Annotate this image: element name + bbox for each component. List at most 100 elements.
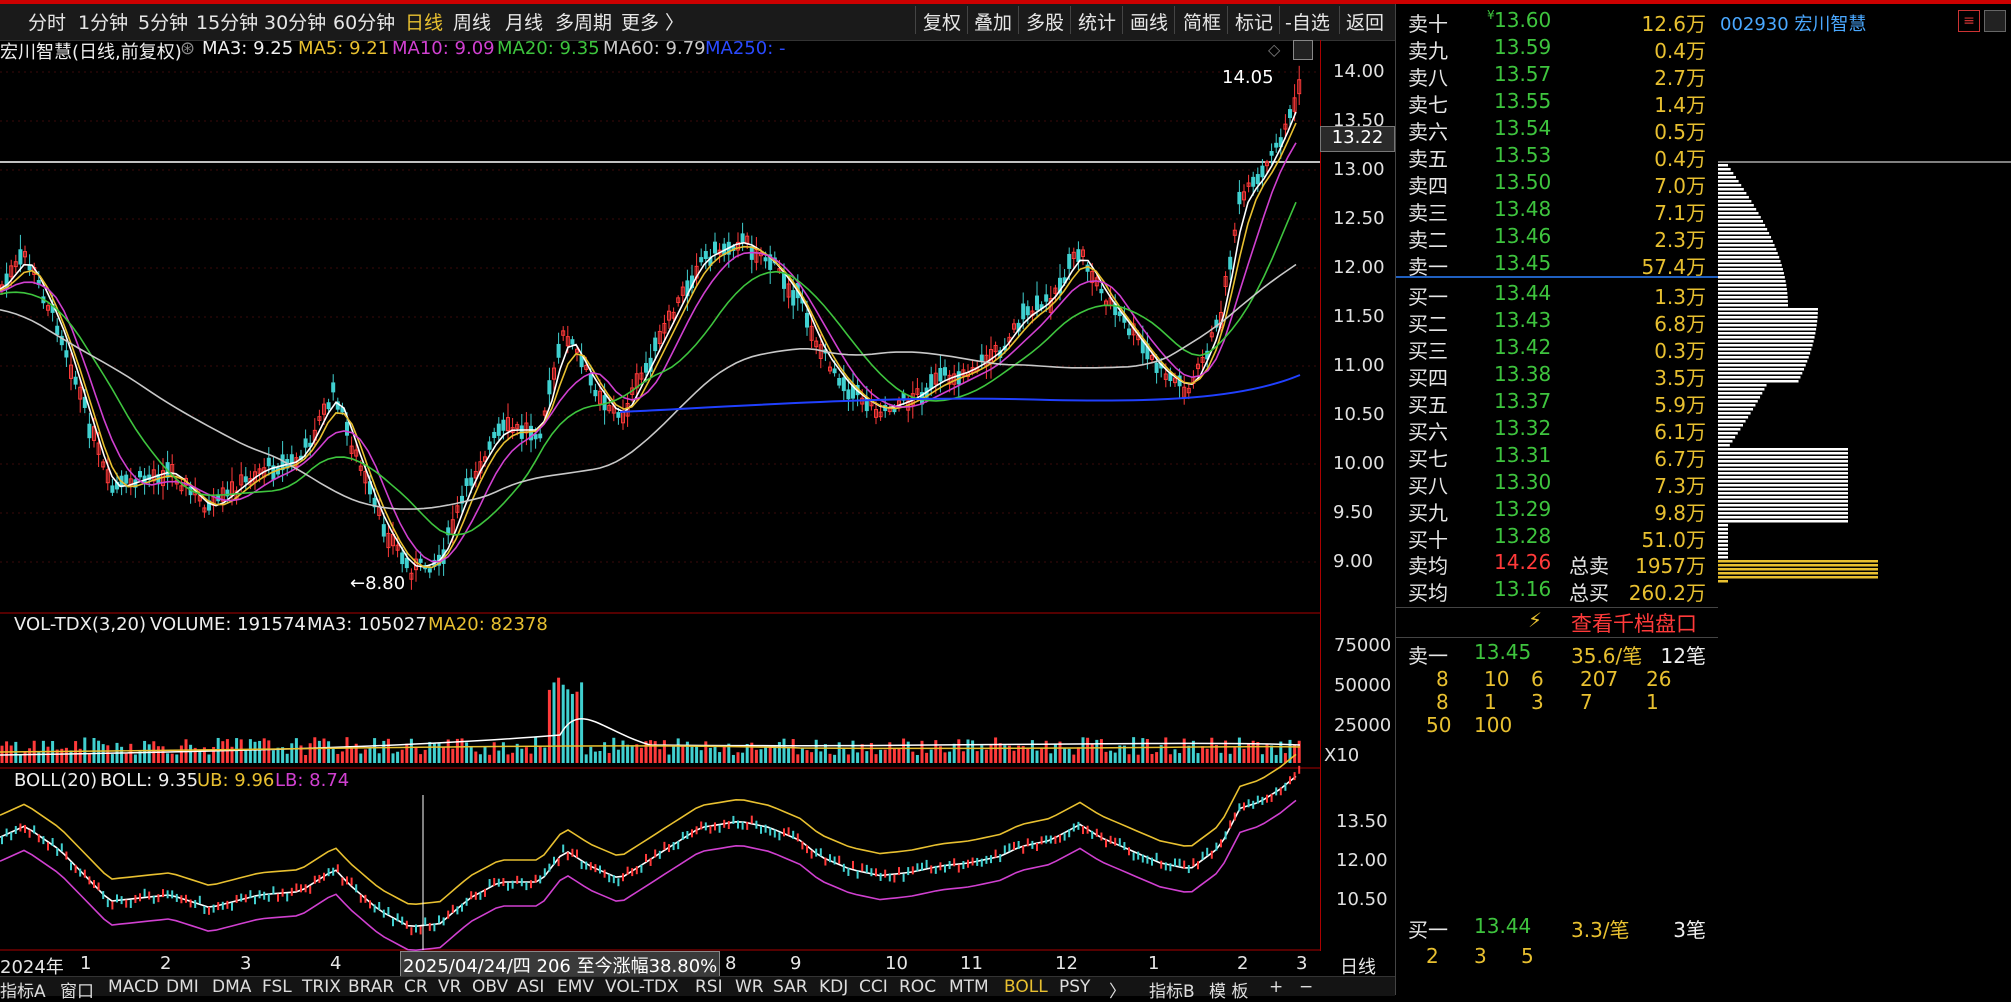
profile-bar [1718,388,1765,391]
indicator-tab[interactable]: 指标B [1149,977,1195,1002]
lightning-icon: ⚡ [1528,608,1543,632]
profile-bar [1718,380,1799,383]
bid-row[interactable]: 买三 13.42 0.3万 [1396,335,1716,363]
indicator-tab[interactable]: ASI [517,977,544,997]
indicator-tab[interactable]: EMV [557,977,594,997]
indicator-tab[interactable]: BOLL [1004,977,1048,997]
volume-bar [322,738,326,763]
indicator-tab[interactable]: WR [735,977,764,997]
kline-chart[interactable] [0,0,1395,995]
volume-bar [630,745,634,763]
bid-row[interactable]: 买七 13.31 6.7万 [1396,443,1716,471]
indicator-tab[interactable]: DMI [166,977,199,997]
profile-bar [1718,424,1744,427]
indicator-tab[interactable]: OBV [472,977,508,997]
ask-row[interactable]: 卖五 13.53 0.4万 [1396,143,1716,171]
volume-bar [800,747,804,763]
volume-bar [708,747,712,763]
indicator-tab[interactable]: KDJ [819,977,848,997]
bid-row[interactable]: 买二 13.43 6.8万 [1396,308,1716,336]
bid-volume: 6.8万 [1654,312,1706,336]
indicator-tab[interactable]: FSL [262,977,292,997]
ask-row[interactable]: 卖六 13.54 0.5万 [1396,116,1716,144]
ask-row[interactable]: 卖四 13.50 7.0万 [1396,170,1716,198]
ask-row[interactable]: 卖三 13.48 7.1万 [1396,197,1716,225]
profile-bar [1718,444,1730,447]
date-label: 9 [790,953,802,974]
bid-row[interactable]: 买五 13.37 5.9万 [1396,389,1716,417]
indicator-tab[interactable]: CCI [859,977,888,997]
indicator-tab[interactable]: SAR [773,977,808,997]
indicator-tab[interactable]: RSI [695,977,723,997]
profile-bar [1718,208,1757,211]
volume-bar [1099,739,1103,763]
indicator-tab[interactable]: 指标A [0,977,46,1002]
indicator-tab[interactable]: DMA [212,977,251,997]
indicator-tab[interactable]: PSY [1059,977,1090,997]
ask-row[interactable]: 卖七 13.55 1.4万 [1396,89,1716,117]
volume-bar [258,740,262,763]
vol-tick-75000: 75000 [1334,635,1392,656]
indicator-tab[interactable]: + [1269,977,1283,997]
bid-ask-divider [1396,276,1718,278]
profile-bar [1718,300,1788,303]
sell1-queue-header: 卖一 13.45 35.6/笔 12笔 [1396,640,1716,668]
indicator-tab[interactable]: 窗口 [60,977,94,1002]
bid-row[interactable]: 买六 13.32 6.1万 [1396,416,1716,444]
candle-body [110,485,115,493]
indicator-tab[interactable]: VOL-TDX [605,977,679,997]
ask-row[interactable]: 卖二 13.46 2.3万 [1396,224,1716,252]
volume-bar [28,748,32,763]
profile-bar [1718,408,1754,411]
ask-row[interactable]: 卖一 13.45 57.4万 [1396,251,1716,279]
candle-body [501,419,506,431]
profile-bar [1718,364,1806,367]
profile-bar [1718,292,1788,295]
candle-body [1076,249,1081,262]
profile-bar [1718,180,1739,183]
ask-row[interactable]: 卖十 13.60 12.6万 [1396,8,1716,36]
volume-bar [1132,737,1136,763]
boll-tick-1200: 12.00 [1336,850,1388,871]
candle-body [492,431,497,438]
depth-orderbook-button[interactable]: 查看千档盘口 [1571,608,1697,638]
volume-bar [386,738,390,763]
candle-body [138,471,142,478]
candle-body [124,474,129,484]
indicator-tab[interactable]: BRAR [348,977,394,997]
volume-bar [1141,738,1145,763]
total-buy-label: 总买 [1569,581,1609,605]
indicator-tab[interactable]: MACD [108,977,159,997]
profile-bar [1718,480,1848,483]
high-price-label: 14.05 [1222,67,1274,88]
bid-row[interactable]: 买十 13.28 51.0万 [1396,524,1716,552]
indicator-tab[interactable]: ROC [899,977,936,997]
bid-row[interactable]: 买四 13.38 3.5万 [1396,362,1716,390]
bid-row[interactable]: 买八 13.30 7.3万 [1396,470,1716,498]
bid-row[interactable]: 买一 13.44 1.3万 [1396,281,1716,309]
indicator-tab[interactable]: 模 板 [1209,977,1248,1002]
bid-price: 13.30 [1494,470,1552,494]
indicator-tab[interactable]: − [1299,977,1313,997]
bid-price: 13.29 [1494,497,1552,521]
vol-tick-50000: 50000 [1334,675,1392,696]
volume-bar [713,746,717,763]
volume-bar [538,745,542,763]
indicator-tab[interactable]: TRIX [302,977,341,997]
volume-bar [971,740,975,763]
bid-row[interactable]: 买九 13.29 9.8万 [1396,497,1716,525]
volume-bar [432,742,436,763]
indicator-tab[interactable]: VR [438,977,461,997]
volume-bar [561,684,565,763]
profile-bar [1718,448,1848,451]
profile-bar [1718,512,1848,515]
price-tick: 9.50 [1333,502,1374,523]
ask-row[interactable]: 卖八 13.57 2.7万 [1396,62,1716,90]
indicator-tab[interactable]: 〉 [1109,977,1126,1002]
profile-bar [1718,536,1728,539]
volume-bar [731,754,735,763]
ask-row[interactable]: 卖九 13.59 0.4万 [1396,35,1716,63]
indicator-tab[interactable]: MTM [949,977,989,997]
bid-price: 13.32 [1494,416,1552,440]
indicator-tab[interactable]: CR [404,977,428,997]
